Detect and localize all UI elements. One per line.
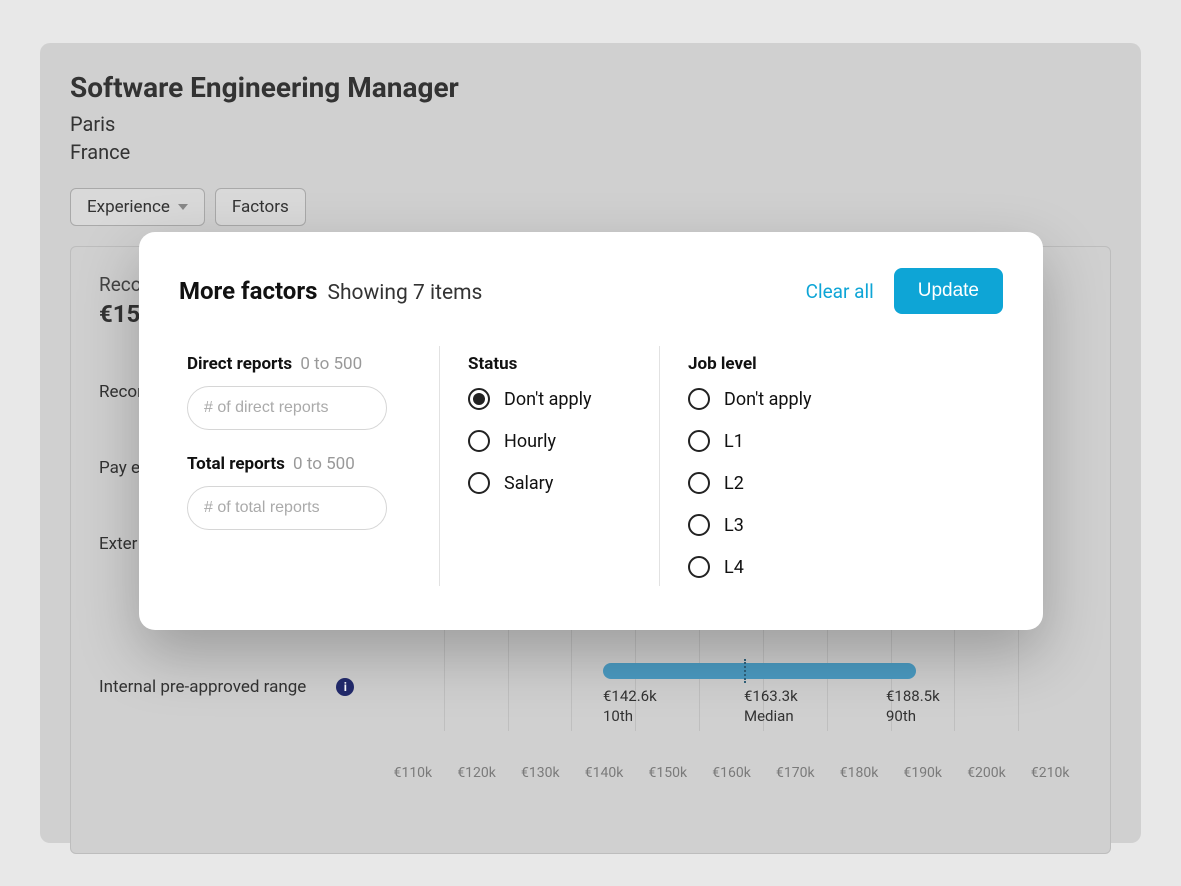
info-icon[interactable]: i	[336, 678, 354, 696]
range-median-tick	[744, 659, 746, 683]
axis-tick: €110k	[381, 765, 445, 781]
status-option-hourly[interactable]: Hourly	[468, 430, 631, 452]
total-reports-hint: 0 to 500	[293, 454, 355, 474]
status-column: Status Don't apply Hourly Salary	[439, 346, 659, 586]
status-radio-group: Don't apply Hourly Salary	[468, 388, 631, 494]
radio-icon	[468, 472, 490, 494]
total-reports-input[interactable]	[187, 486, 387, 530]
axis-tick: €130k	[508, 765, 572, 781]
job-level-column: Job level Don't apply L1 L2 L3	[659, 346, 879, 586]
radio-label: L4	[724, 557, 744, 578]
range-median-label: Median	[744, 707, 798, 727]
direct-reports-label: Direct reports	[187, 354, 292, 374]
factors-filter-label: Factors	[232, 197, 289, 217]
clear-all-link[interactable]: Clear all	[806, 280, 874, 303]
radio-label: L2	[724, 473, 744, 494]
modal-subtitle: Showing 7 items	[327, 281, 482, 305]
axis-tick: €160k	[700, 765, 764, 781]
axis-tick: €210k	[1018, 765, 1082, 781]
job-level-option-l2[interactable]: L2	[688, 472, 851, 494]
radio-label: L3	[724, 515, 744, 536]
radio-label: Hourly	[504, 431, 556, 452]
range-p90-label: 90th	[886, 707, 940, 727]
job-level-radio-group: Don't apply L1 L2 L3 L4	[688, 388, 851, 578]
axis-tick: €170k	[763, 765, 827, 781]
job-level-option-dont-apply[interactable]: Don't apply	[688, 388, 851, 410]
job-level-option-l3[interactable]: L3	[688, 514, 851, 536]
axis-tick: €140k	[572, 765, 636, 781]
job-level-option-l4[interactable]: L4	[688, 556, 851, 578]
experience-filter-label: Experience	[87, 197, 170, 217]
range-p10-label: 10th	[603, 707, 657, 727]
chevron-down-icon	[178, 204, 188, 210]
radio-label: Don't apply	[504, 389, 592, 410]
radio-icon	[468, 430, 490, 452]
update-button[interactable]: Update	[894, 268, 1003, 314]
range-median-value: €163.3k	[744, 687, 798, 707]
modal-title: More factors	[179, 277, 317, 305]
radio-label: Salary	[504, 473, 553, 494]
status-label: Status	[468, 354, 631, 374]
factors-filter[interactable]: Factors	[215, 188, 306, 226]
radio-icon	[688, 556, 710, 578]
axis-tick: €120k	[445, 765, 509, 781]
more-factors-modal: More factors Showing 7 items Clear all U…	[139, 232, 1043, 630]
range-p90-value: €188.5k	[886, 687, 940, 707]
status-option-dont-apply[interactable]: Don't apply	[468, 388, 631, 410]
radio-label: Don't apply	[724, 389, 812, 410]
experience-filter[interactable]: Experience	[70, 188, 205, 226]
direct-reports-hint: 0 to 500	[300, 354, 362, 374]
internal-range-label: Internal pre-approved range	[99, 677, 306, 697]
radio-label: L1	[724, 431, 744, 452]
axis-labels: €110k €120k €130k €140k €150k €160k €170…	[381, 765, 1082, 781]
job-level-option-l1[interactable]: L1	[688, 430, 851, 452]
filter-bar: Experience Factors	[70, 188, 1111, 226]
axis-tick: €180k	[827, 765, 891, 781]
job-level-label: Job level	[688, 354, 851, 374]
axis-tick: €150k	[636, 765, 700, 781]
reports-column: Direct reports 0 to 500 Total reports 0 …	[179, 346, 439, 586]
range-p10-value: €142.6k	[603, 687, 657, 707]
radio-icon	[688, 514, 710, 536]
location-city: Paris	[70, 110, 1111, 138]
radio-icon	[468, 388, 490, 410]
total-reports-label: Total reports	[187, 454, 285, 474]
axis-tick: €190k	[891, 765, 955, 781]
page-title: Software Engineering Manager	[70, 71, 1111, 104]
radio-icon	[688, 430, 710, 452]
radio-icon	[688, 472, 710, 494]
range-bar	[603, 663, 916, 679]
radio-icon	[688, 388, 710, 410]
status-option-salary[interactable]: Salary	[468, 472, 631, 494]
direct-reports-input[interactable]	[187, 386, 387, 430]
axis-tick: €200k	[955, 765, 1019, 781]
location-country: France	[70, 138, 1111, 166]
